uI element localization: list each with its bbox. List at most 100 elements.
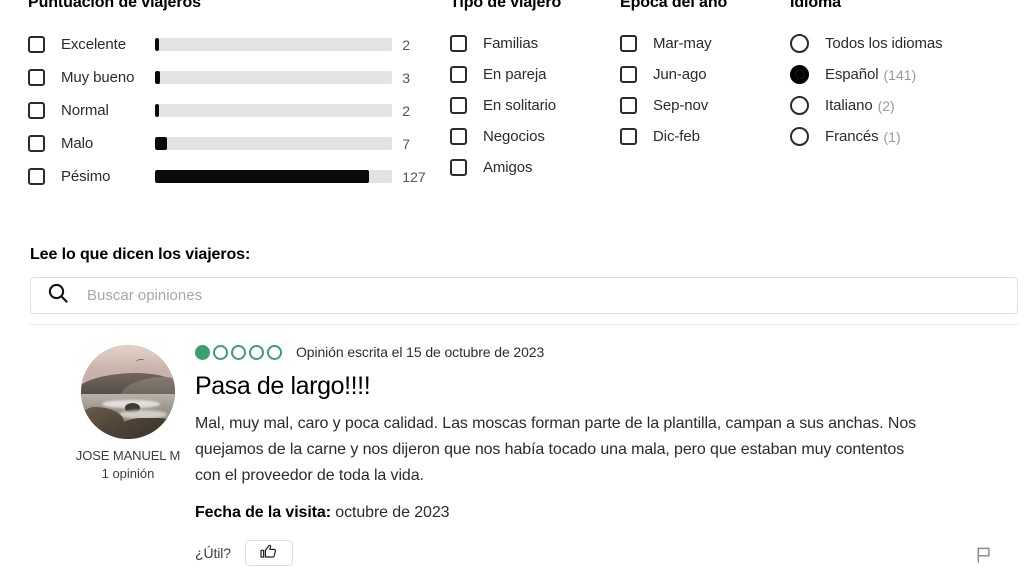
season-filter-row[interactable]: Sep-nov [620, 90, 780, 121]
rating-filter-row[interactable]: Muy bueno 3 [28, 61, 428, 94]
review-search-bar[interactable] [30, 277, 1018, 314]
radio-icon[interactable] [790, 96, 809, 115]
checkbox-icon[interactable] [620, 97, 637, 114]
rating-count: 3 [402, 69, 411, 86]
reviewer-info: JOSE MANUEL M 1 opinión [63, 345, 193, 481]
traveler-type-filter-row-label: Amigos [483, 159, 533, 176]
season-filter-row-label: Mar-may [653, 35, 712, 52]
rating-bar-track [155, 170, 393, 183]
checkbox-icon[interactable] [450, 128, 467, 145]
language-filter-row[interactable]: Francés (1) [790, 121, 1010, 152]
traveler-type-filter-row-label: En solitario [483, 97, 557, 114]
checkbox-icon[interactable] [450, 97, 467, 114]
season-filter-row[interactable]: Jun-ago [620, 59, 780, 90]
rating-bubbles [195, 344, 282, 360]
thumbs-up-button[interactable] [244, 539, 293, 566]
avatar [81, 345, 175, 439]
rating-bar-track [155, 38, 393, 51]
language-filter-label: Italiano [825, 97, 873, 114]
traveler-type-filter-row[interactable]: En pareja [450, 59, 610, 90]
rating-count: 7 [402, 135, 411, 152]
language-filter-label: Francés [825, 128, 879, 145]
language-filter-count: (141) [883, 66, 917, 83]
report-review-button[interactable] [971, 543, 997, 569]
traveler-type-filter-row[interactable]: Amigos [450, 152, 610, 183]
checkbox-icon[interactable] [28, 69, 45, 86]
rating-filter-label: Pésimo [61, 168, 111, 185]
rating-bar-fill [155, 104, 159, 117]
checkbox-icon[interactable] [28, 36, 45, 53]
search-icon [47, 282, 69, 309]
rating-filter-row[interactable]: Normal 2 [28, 94, 428, 127]
checkbox-icon[interactable] [450, 35, 467, 52]
checkbox-icon[interactable] [620, 128, 637, 145]
filter-title-rating: Puntuación de viajeros [28, 0, 201, 11]
rating-bar-fill [155, 71, 161, 84]
review-title[interactable]: Pasa de largo!!!! [195, 372, 955, 401]
thumbs-up-icon [260, 544, 277, 562]
traveler-type-filter-row[interactable]: Negocios [450, 121, 610, 152]
radio-icon[interactable] [790, 127, 809, 146]
filters-region: Puntuación de viajeros Excelente 2 Muy bue… [0, 0, 1024, 206]
checkbox-icon[interactable] [28, 102, 45, 119]
filter-title-language: Idioma [790, 0, 841, 11]
rating-bubble-empty [267, 344, 282, 360]
review-body: Opinión escrita el 15 de octubre de 2023… [195, 340, 955, 566]
rating-bar-fill [155, 38, 159, 51]
checkbox-icon[interactable] [620, 35, 637, 52]
rating-filter-row[interactable]: Excelente 2 [28, 28, 428, 61]
season-filter-row[interactable]: Dic-feb [620, 121, 780, 152]
traveler-type-filter-row-label: En pareja [483, 66, 547, 83]
checkbox-icon[interactable] [620, 66, 637, 83]
radio-icon[interactable] [790, 34, 809, 53]
language-filter-row[interactable]: Italiano (2) [790, 90, 1010, 121]
reviews-heading: Lee lo que dicen los viajeros: [30, 246, 251, 263]
reviewer-review-count: 1 opinión [101, 466, 155, 481]
rating-bubble-filled [195, 344, 210, 360]
rating-filter-row[interactable]: Malo 7 [28, 127, 428, 160]
search-input[interactable] [87, 287, 947, 304]
rating-filter-label: Excelente [61, 36, 126, 53]
language-filter-count: (1) [883, 128, 901, 145]
rating-bar-track [155, 104, 393, 117]
rating-filter-label: Malo [61, 135, 94, 152]
avatar-sky-highlight [81, 345, 175, 366]
reviews-page: Puntuación de viajeros Excelente 2 Muy bue… [0, 0, 1024, 576]
rating-filter-row[interactable]: Pésimo 127 [28, 160, 428, 193]
rating-bubble-empty [249, 344, 264, 360]
traveler-type-filter-row[interactable]: Familias [450, 28, 610, 59]
rating-count: 2 [402, 102, 411, 119]
traveler-type-filter-list: Familias En pareja En solitario Negocios Ami… [450, 28, 610, 183]
filter-title-traveler-type: Tipo de viajero [450, 0, 562, 11]
rating-bar-track [155, 71, 393, 84]
checkbox-icon[interactable] [28, 135, 45, 152]
filter-column-season: Época del año Mar-may Jun-ago Sep-nov Dic-f… [620, 0, 780, 152]
traveler-type-filter-row-label: Familias [483, 35, 539, 52]
visit-date-line: Fecha de la visita: octubre de 2023 [195, 504, 955, 522]
language-filter-row[interactable]: Español (141) [790, 59, 1010, 90]
rating-filter-label: Muy bueno [61, 69, 135, 86]
season-filter-row[interactable]: Mar-may [620, 28, 780, 59]
checkbox-icon[interactable] [28, 168, 45, 185]
season-filter-row-label: Dic-feb [653, 128, 700, 145]
traveler-type-filter-row[interactable]: En solitario [450, 90, 610, 121]
review-text: Mal, muy mal, caro y poca calidad. Las m… [195, 414, 917, 484]
traveler-type-filter-row-label: Negocios [483, 128, 545, 145]
rating-bubble-empty [231, 344, 246, 360]
checkbox-icon[interactable] [450, 66, 467, 83]
language-filter-count: (2) [877, 97, 895, 114]
rating-bar-fill [155, 137, 168, 150]
filter-column-traveler-type: Tipo de viajero Familias En pareja En soli… [450, 0, 610, 183]
language-filter-label: Español [825, 66, 879, 83]
reviewer-name: JOSE MANUEL M [75, 448, 181, 463]
useful-label: ¿Útil? [195, 544, 231, 561]
filter-title-season: Época del año [620, 0, 728, 11]
language-filter-row[interactable]: Todos los idiomas [790, 28, 1010, 59]
checkbox-icon[interactable] [450, 159, 467, 176]
rating-bubble-empty [213, 344, 228, 360]
rating-filter-label: Normal [61, 102, 109, 119]
review-rating-line: Opinión escrita el 15 de octubre de 2023 [195, 340, 955, 364]
language-filter-label: Todos los idiomas [825, 35, 943, 52]
radio-selected-icon[interactable] [790, 65, 809, 84]
filter-column-language: Idioma Todos los idiomas Español (141) Ital… [790, 0, 1010, 152]
